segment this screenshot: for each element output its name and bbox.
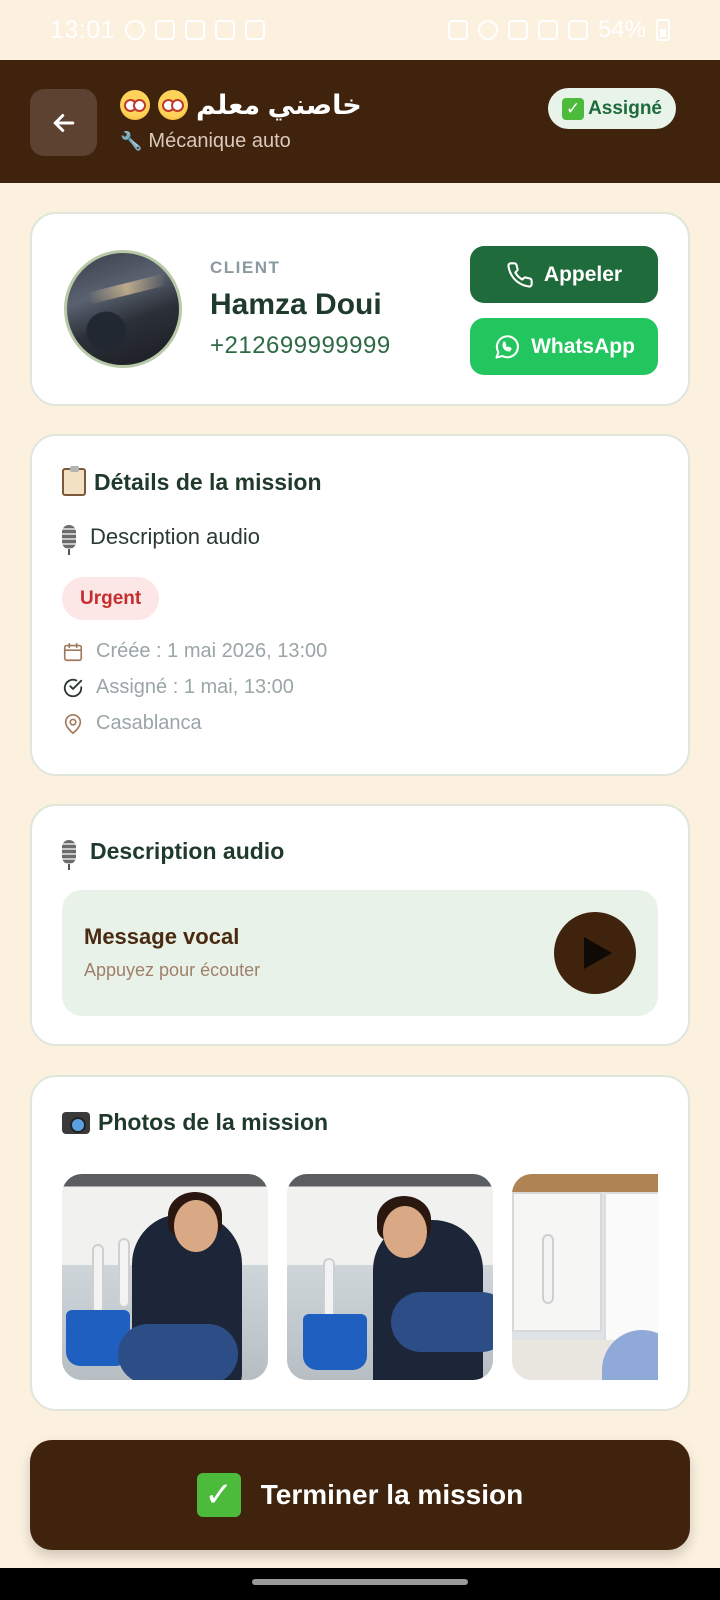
home-gesture-handle[interactable] bbox=[252, 1579, 468, 1585]
audio-description-title: Description audio bbox=[62, 838, 285, 870]
alarm-icon bbox=[477, 20, 498, 40]
lock-icon bbox=[215, 20, 236, 40]
voice-message-title: Message vocal bbox=[84, 924, 240, 949]
calendar-icon bbox=[63, 642, 83, 661]
phone-icon bbox=[507, 261, 533, 288]
assigned-date-row: Assigné : 1 mai, 13:00 bbox=[62, 676, 294, 699]
whatsapp-icon bbox=[495, 334, 520, 359]
assigned-date-text: Assigné : 1 mai, 13:00 bbox=[96, 676, 294, 698]
mission-photo[interactable] bbox=[287, 1174, 493, 1380]
whatsapp-button[interactable]: WhatsApp bbox=[470, 318, 658, 375]
wrench-icon: 🔧 bbox=[120, 131, 143, 151]
priority-badge: Urgent bbox=[62, 577, 160, 620]
page-title-text: خاصني معلم bbox=[196, 89, 362, 120]
audio-description-title-text: Description audio bbox=[90, 838, 285, 864]
page-title: خاصني معلم bbox=[120, 85, 362, 125]
mission-photos-title-text: Photos de la mission bbox=[98, 1109, 329, 1135]
camera-icon bbox=[62, 1111, 90, 1134]
check-mark-icon: ✓ bbox=[196, 1473, 241, 1517]
whatsapp-button-label: WhatsApp bbox=[531, 334, 635, 358]
battery-percent: 54% bbox=[597, 16, 646, 43]
status-bar: 13:01 54% bbox=[0, 0, 720, 60]
mail-icon bbox=[185, 20, 206, 40]
mission-description: Description audio bbox=[62, 524, 260, 555]
battery-icon bbox=[656, 19, 670, 41]
location-row: Casablanca bbox=[62, 712, 202, 735]
app-icon bbox=[155, 20, 176, 40]
mission-photos-title: Photos de la mission bbox=[62, 1109, 328, 1136]
mission-details-title: Détails de la mission bbox=[62, 466, 322, 496]
page-subtitle: 🔧 Mécanique auto bbox=[120, 130, 291, 153]
status-badge-label: Assigné bbox=[588, 97, 662, 119]
image-icon bbox=[245, 20, 266, 40]
mute-icon bbox=[507, 20, 528, 40]
audio-description-card: Description audio Message vocal Appuyez … bbox=[30, 804, 690, 1046]
status-badge: ✓ Assigné bbox=[548, 88, 676, 129]
signal-icon bbox=[567, 20, 588, 40]
call-button-label: Appeler bbox=[543, 262, 623, 286]
app-header: خاصني معلم 🔧 Mécanique auto ✓ Assigné bbox=[0, 60, 720, 183]
arrow-left-icon bbox=[53, 113, 74, 132]
map-pin-icon bbox=[64, 713, 82, 734]
location-text: Casablanca bbox=[96, 712, 202, 734]
created-date-text: Créée : 1 mai 2026, 13:00 bbox=[96, 640, 328, 662]
client-name: Hamza Doui bbox=[210, 288, 382, 321]
mission-details-card: Détails de la mission Description audio … bbox=[30, 434, 690, 776]
system-navigation-bar bbox=[0, 1568, 720, 1600]
sim-icon bbox=[447, 20, 468, 40]
status-bar-right: 54% bbox=[447, 16, 670, 44]
mission-photo[interactable] bbox=[62, 1174, 268, 1380]
check-mark-icon: ✓ bbox=[562, 97, 585, 120]
status-time: 13:01 bbox=[50, 15, 116, 44]
voice-message-hint: Appuyez pour écouter bbox=[84, 960, 261, 980]
photo-gallery[interactable] bbox=[62, 1174, 658, 1380]
mission-photo[interactable] bbox=[512, 1174, 658, 1380]
client-avatar bbox=[64, 250, 182, 368]
astonished-face-emoji-icon bbox=[120, 90, 150, 120]
mission-description-text: Description audio bbox=[90, 524, 260, 549]
status-bar-left: 13:01 bbox=[50, 15, 266, 45]
clipboard-icon bbox=[62, 466, 86, 496]
wifi-icon bbox=[537, 20, 558, 40]
mission-photos-card: Photos de la mission bbox=[30, 1075, 690, 1411]
microphone-icon bbox=[62, 525, 76, 555]
finish-mission-label: Terminer la mission bbox=[260, 1479, 524, 1510]
play-button[interactable] bbox=[554, 912, 636, 994]
created-date-row: Créée : 1 mai 2026, 13:00 bbox=[62, 640, 327, 663]
astonished-face-emoji-icon bbox=[158, 90, 188, 120]
call-button[interactable]: Appeler bbox=[470, 246, 658, 303]
check-circle-icon bbox=[63, 678, 83, 697]
client-label: CLIENT bbox=[210, 258, 281, 277]
finish-mission-button[interactable]: ✓ Terminer la mission bbox=[30, 1440, 690, 1550]
notification-icon bbox=[125, 20, 146, 40]
client-phone[interactable]: +212699999999 bbox=[210, 332, 391, 360]
mission-details-title-text: Détails de la mission bbox=[94, 468, 322, 495]
microphone-icon bbox=[62, 839, 76, 870]
page-subtitle-text: Mécanique auto bbox=[148, 130, 291, 152]
client-card: CLIENT Hamza Doui +212699999999 Appeler … bbox=[30, 212, 690, 406]
voice-message-player[interactable]: Message vocal Appuyez pour écouter bbox=[62, 890, 658, 1016]
back-button[interactable] bbox=[30, 89, 97, 156]
